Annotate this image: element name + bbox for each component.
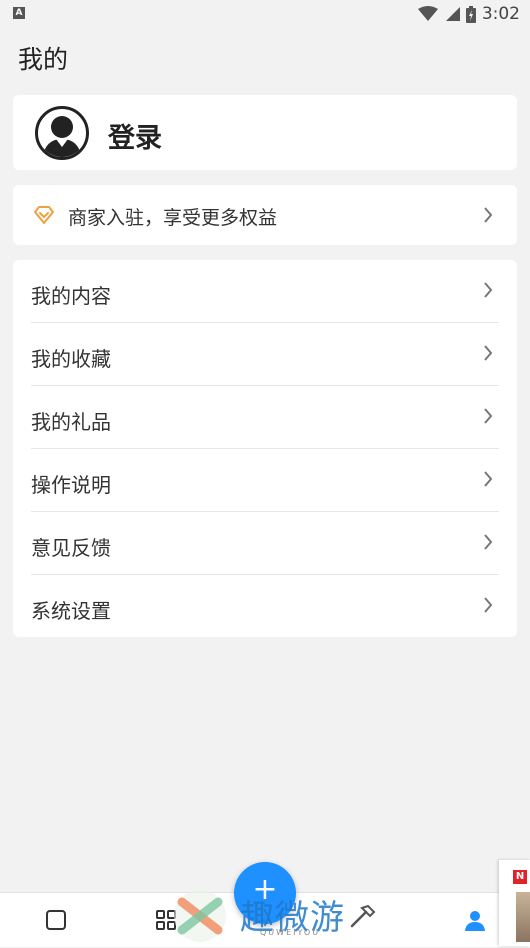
- menu-item-feedback[interactable]: 意见反馈: [13, 512, 517, 575]
- chevron-right-icon: [483, 597, 493, 617]
- watermark: 趣微游 QUWEIYOU: [172, 884, 382, 944]
- menu-item-label: 意见反馈: [31, 536, 111, 560]
- login-card[interactable]: 登录: [13, 95, 517, 170]
- page-title: 我的: [18, 45, 69, 74]
- chevron-right-icon: [483, 408, 493, 428]
- square-icon[interactable]: [45, 909, 67, 935]
- merchant-banner-label: 商家入驻，享受更多权益: [68, 207, 278, 229]
- menu-item-instructions[interactable]: 操作说明: [13, 449, 517, 512]
- status-bar: A 3:02: [0, 0, 530, 28]
- watermark-logo-icon: [172, 888, 228, 948]
- menu-item-label: 我的收藏: [31, 347, 111, 371]
- hammer-icon: [348, 904, 376, 932]
- wifi-icon: [417, 6, 438, 22]
- profile-icon[interactable]: [464, 909, 486, 935]
- ad-image: [516, 892, 530, 942]
- battery-charging-icon: [465, 5, 476, 23]
- login-label: 登录: [108, 123, 162, 154]
- status-time: 3:02: [481, 4, 520, 24]
- menu-item-label: 系统设置: [31, 599, 111, 623]
- menu-item-my-gifts[interactable]: 我的礼品: [13, 386, 517, 449]
- menu-item-label: 我的礼品: [31, 410, 111, 434]
- diamond-icon: [33, 205, 55, 229]
- menu-item-label: 我的内容: [31, 284, 111, 308]
- watermark-subtext: QUWEIYOU: [260, 928, 321, 937]
- chevron-right-icon: [483, 345, 493, 365]
- menu-item-settings[interactable]: 系统设置: [13, 575, 517, 638]
- corner-ad[interactable]: N: [499, 860, 530, 946]
- menu-item-my-content[interactable]: 我的内容: [13, 260, 517, 323]
- menu-list: 我的内容 我的收藏 我的礼品 操作说明 意见反馈 系统设置: [13, 260, 517, 637]
- user-avatar-icon: [35, 106, 89, 160]
- notification-badge: A: [13, 7, 25, 19]
- merchant-banner[interactable]: 商家入驻，享受更多权益: [13, 185, 517, 245]
- menu-item-my-favorites[interactable]: 我的收藏: [13, 323, 517, 386]
- chevron-right-icon: [483, 207, 493, 227]
- status-icons: 3:02: [417, 3, 520, 25]
- chevron-right-icon: [483, 471, 493, 491]
- ad-logo: N: [513, 870, 527, 884]
- signal-icon: [444, 6, 460, 22]
- menu-item-label: 操作说明: [31, 473, 111, 497]
- chevron-right-icon: [483, 534, 493, 554]
- chevron-right-icon: [483, 282, 493, 302]
